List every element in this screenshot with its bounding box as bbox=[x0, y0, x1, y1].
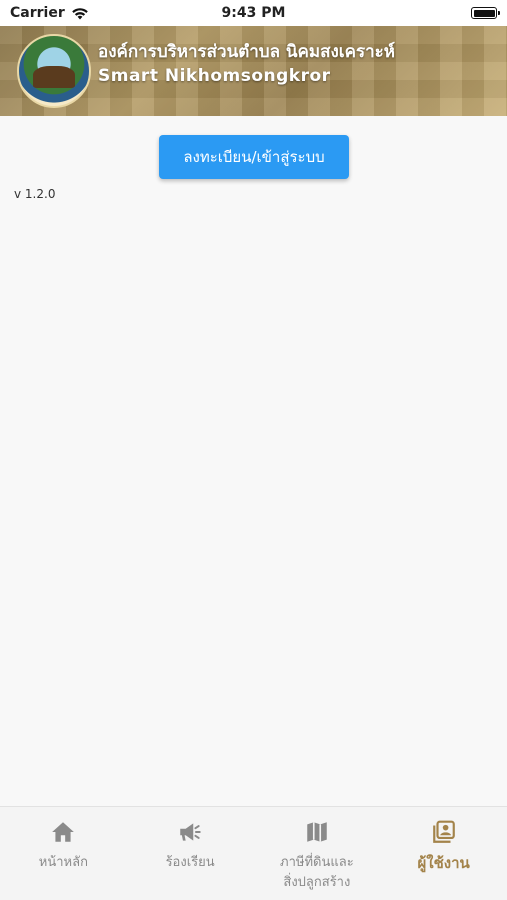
battery-level bbox=[473, 9, 495, 17]
header-title: องค์การบริหารส่วนตำบล นิคมสงเคราะห์ bbox=[98, 42, 395, 62]
wifi-icon bbox=[71, 7, 88, 19]
home-icon bbox=[52, 822, 75, 842]
tab-complaint[interactable]: ร้องเรียน bbox=[127, 807, 254, 900]
header-text: องค์การบริหารส่วนตำบล นิคมสงเคราะห์ Smar… bbox=[98, 40, 395, 88]
battery-icon bbox=[471, 7, 500, 19]
tab-user-label: ผู้ใช้งาน bbox=[417, 854, 470, 872]
bottom-tab-bar: หน้าหลัก ร้องเรียน ภาษีที่ดินและ สิ่งปลู… bbox=[0, 806, 507, 900]
organization-logo bbox=[17, 34, 91, 108]
logo-emblem bbox=[33, 66, 75, 88]
app-header: องค์การบริหารส่วนตำบล นิคมสงเคราะห์ Smar… bbox=[0, 26, 507, 116]
register-login-button[interactable]: ลงทะเบียน/เข้าสู่ระบบ bbox=[159, 135, 349, 179]
tab-land-tax[interactable]: ภาษีที่ดินและ สิ่งปลูกสร้าง bbox=[254, 807, 381, 900]
map-icon bbox=[307, 822, 327, 842]
tab-home[interactable]: หน้าหลัก bbox=[0, 807, 127, 900]
megaphone-icon bbox=[180, 823, 201, 841]
carrier-label: Carrier bbox=[10, 5, 65, 21]
version-label: v 1.2.0 bbox=[14, 187, 56, 201]
status-left: Carrier bbox=[10, 5, 89, 21]
tab-home-label: หน้าหลัก bbox=[38, 855, 88, 870]
tab-complaint-label: ร้องเรียน bbox=[165, 855, 215, 870]
status-bar: Carrier 9:43 PM bbox=[0, 0, 507, 26]
header-subtitle: Smart Nikhomsongkror bbox=[98, 66, 331, 86]
user-portrait-icon bbox=[432, 820, 455, 843]
tab-user[interactable]: ผู้ใช้งาน bbox=[380, 807, 507, 900]
tab-land-tax-label: ภาษีที่ดินและ สิ่งปลูกสร้าง bbox=[280, 855, 354, 890]
